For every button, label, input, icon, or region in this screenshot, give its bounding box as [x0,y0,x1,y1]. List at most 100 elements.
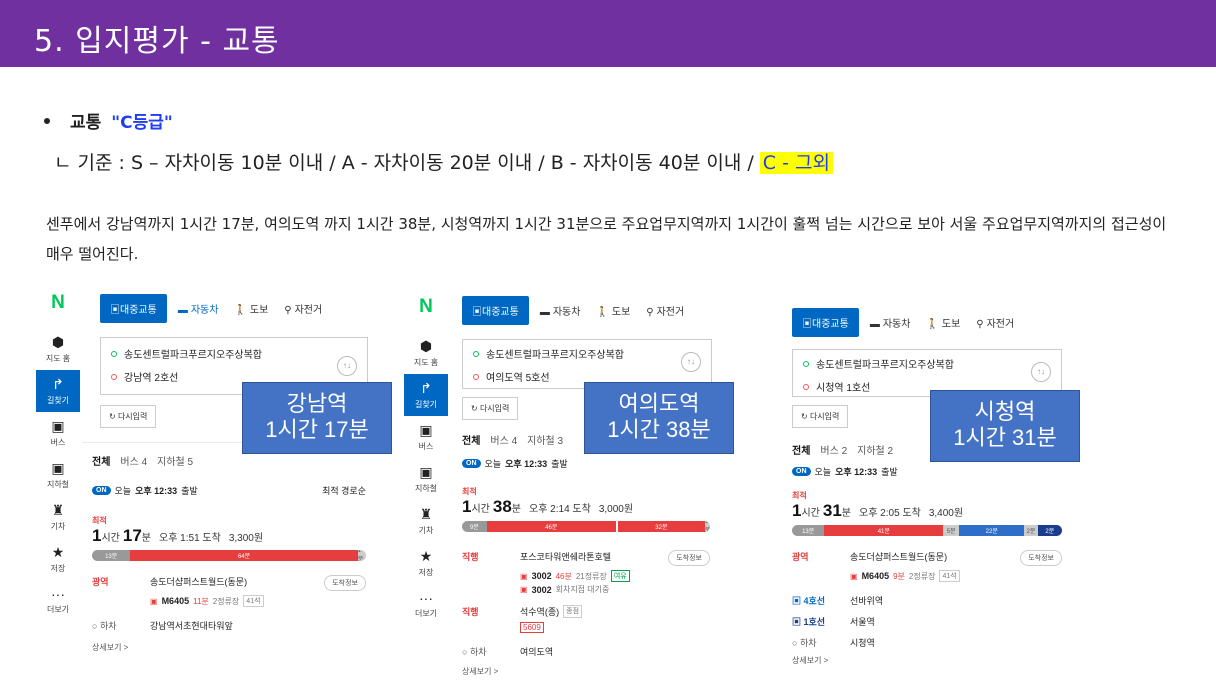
circle-icon: ○ [792,638,800,648]
best-label: 최적 [462,487,477,496]
retry-button[interactable]: ↻ 다시입력 [462,397,519,420]
bullet-label: 교통 [70,113,102,133]
nav-subway[interactable]: ▣ 지하철 [404,458,448,500]
bar-walk-segment: 13분 [92,550,131,561]
depart-row: ON 오늘 오후 12:33 출발 [452,457,720,470]
nav-directions[interactable]: ↱ 길찾기 [36,370,80,412]
origin-field[interactable]: 송도센트럴파크푸르지오주상복합 [463,340,711,361]
nav-train[interactable]: ♜ 기차 [36,496,80,538]
origin-field[interactable]: 송도센트럴파크푸르지오주상복합 [101,338,367,361]
leg-row-2: ▣ 4호선 선바위역 [792,596,884,606]
mode-bike[interactable]: ⚲ 자전거 [641,296,689,325]
overlay-label-cityhall: 시청역 1시간 31분 [930,390,1080,462]
train-icon: ♜ [419,506,433,522]
refresh-icon: ↻ [801,412,810,421]
arrival-info-button[interactable]: 도착정보 [324,575,366,591]
arrival-info-button[interactable]: 도착정보 [1020,550,1062,566]
tab-bus[interactable]: 버스 2 [820,442,847,457]
nav-saved[interactable]: ★ 저장 [36,538,80,580]
mode-walk[interactable]: 🚶 도보 [229,294,273,323]
arrival-info-button[interactable]: 도착정보 [668,550,710,566]
leg-row-2: 직행 석수역(종) 종점 [452,601,720,622]
nav-bus[interactable]: ▣ 버스 [404,416,448,458]
bus-icon: ▣ [520,585,528,594]
time-bar: 13분 41분 5분 22분 2분 2분 [792,525,1062,536]
bus-info-2: ▣ 3002 회차지점 대기중 [520,584,610,595]
mode-car[interactable]: ▬ 자동차 [535,296,586,325]
bar-walk-segment: 13분 [792,525,825,536]
grade-label: "C등급" [111,113,173,133]
mode-tabs: ▣대중교통 ▬ 자동차 🚶 도보 ⚲ 자전거 [90,282,376,323]
subway-icon: ▣ [792,596,804,606]
alight-row: ○ 하차 여의도역 [462,647,554,657]
retry-button[interactable]: ↻ 다시입력 [100,405,157,428]
details-link[interactable]: 상세보기 > [782,653,1082,672]
map-panel-cityhall: ▣대중교통 ▬ 자동차 🚶 도보 ⚲ 자전거 송도센트럴파크푸르지오주상복합 시청역 … [782,296,1098,674]
mode-transit[interactable]: ▣대중교통 [792,308,859,337]
nav-more[interactable]: ··· 더보기 [404,584,448,625]
destination-field[interactable]: 강남역 2호선 [101,361,367,384]
tab-all[interactable]: 전체 [92,453,110,468]
more-icon: ··· [51,586,65,602]
bar-transfer-segment: 5분 [943,525,960,536]
tab-all[interactable]: 전체 [792,442,810,457]
tab-subway[interactable]: 지하철 5 [157,453,193,468]
map-panel-yeouido: N ⬢ 지도 홈 ↱ 길찾기 ▣ 버스 ▣ 지하철 ♜ 기차 ★ 저장 ··· 더보기 ▣대중… [404,286,734,676]
bar-bus-segment: 46분 [486,521,616,532]
mode-car[interactable]: ▬ 자동차 [173,294,224,323]
mode-walk[interactable]: 🚶 도보 [591,296,635,325]
criteria-line: ㄴ 기준 : S – 자차이동 10분 이내 / A - 자차이동 20분 이내… [54,148,833,175]
naver-logo: N [51,292,65,313]
mode-walk[interactable]: 🚶 도보 [921,308,965,337]
bullet-dot [44,117,50,124]
on-badge[interactable]: ON [92,486,111,495]
destination-field[interactable]: 여의도역 5호선 [463,361,711,384]
depart-row: ON 오늘 오후 12:33 출발 [782,465,1082,478]
tab-bus[interactable]: 버스 4 [490,432,517,447]
bar-bus-segment: 41분 [824,525,944,536]
mode-bike[interactable]: ⚲ 자전거 [971,308,1019,337]
nav-saved[interactable]: ★ 저장 [404,542,448,584]
nav-map-home[interactable]: ⬢ 지도 홈 [36,328,80,370]
mode-car[interactable]: ▬ 자동차 [865,308,916,337]
nav-bus[interactable]: ▣ 버스 [36,412,80,454]
refresh-icon: ↻ [471,404,480,413]
circle-icon: ○ [92,621,100,631]
on-badge[interactable]: ON [792,467,811,476]
retry-button[interactable]: ↻ 다시입력 [792,405,849,428]
car-icon: ▬ [869,319,880,330]
criteria-highlight: C - 그외 [759,152,833,174]
tab-bus[interactable]: 버스 4 [120,453,147,468]
tab-subway[interactable]: 지하철 3 [527,432,563,447]
swap-icon[interactable]: ↑↓ [337,356,357,376]
bar-line1-segment: 2분 [1037,525,1062,536]
side-nav: N ⬢ 지도 홈 ↱ 길찾기 ▣ 버스 ▣ 지하철 ♜ 기차 ★ 저장 ··· 더보기 [36,282,80,621]
details-link[interactable]: 상세보기 > [452,662,720,683]
swap-icon[interactable]: ↑↓ [681,352,701,372]
nav-subway[interactable]: ▣ 지하철 [36,454,80,496]
details-link[interactable]: 상세보기 > [82,636,376,659]
directions-icon: ↱ [420,380,432,396]
mode-transit[interactable]: ▣대중교통 [100,294,167,323]
mode-bike[interactable]: ⚲ 자전거 [279,294,327,323]
swap-icon[interactable]: ↑↓ [1031,362,1051,382]
car-icon: ▬ [539,307,550,318]
bus-icon: ▣ [520,571,528,581]
mode-transit[interactable]: ▣대중교통 [462,296,529,325]
nav-more[interactable]: ··· 더보기 [36,580,80,621]
on-badge[interactable]: ON [462,459,481,468]
origin-field[interactable]: 송도센트럴파크푸르지오주상복합 [793,350,1061,371]
sort-select[interactable]: 최적 경로순 [322,484,366,497]
leg-row: 직행 포스코타워앤쉐라톤호텔 도착정보 [452,546,720,570]
bus-info-3: 5609 [452,622,720,633]
tab-all[interactable]: 전체 [462,432,480,447]
bus-icon: ▣ [850,571,858,581]
more-icon: ··· [419,590,433,606]
nav-map-home[interactable]: ⬢ 지도 홈 [404,332,448,374]
nav-directions[interactable]: ↱ 길찾기 [404,374,448,416]
tab-subway[interactable]: 지하철 2 [857,442,893,457]
bar-walk-segment: 9분 [462,521,487,532]
subway-icon: ▣ [419,464,433,480]
nav-train[interactable]: ♜ 기차 [404,500,448,542]
bus-icon: ▣ [472,307,482,318]
